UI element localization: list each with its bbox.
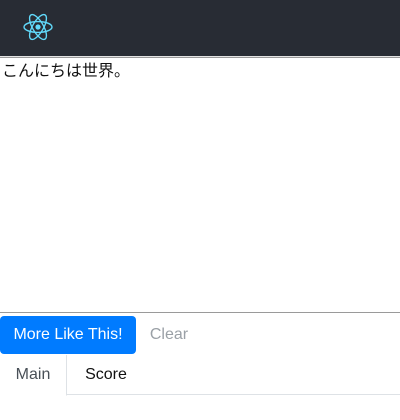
tab-score[interactable]: Score (67, 355, 145, 395)
more-like-this-button[interactable]: More Like This! (0, 316, 136, 354)
editor-content: こんにちは世界。 (2, 61, 131, 80)
tab-main[interactable]: Main (0, 355, 67, 396)
clear-button[interactable]: Clear (144, 316, 194, 354)
react-logo-icon[interactable] (22, 11, 54, 43)
navbar-divider (0, 56, 400, 58)
tab-bar: Main Score (0, 355, 400, 396)
top-navbar (0, 0, 400, 56)
text-editor[interactable]: こんにちは世界。 (0, 59, 400, 313)
